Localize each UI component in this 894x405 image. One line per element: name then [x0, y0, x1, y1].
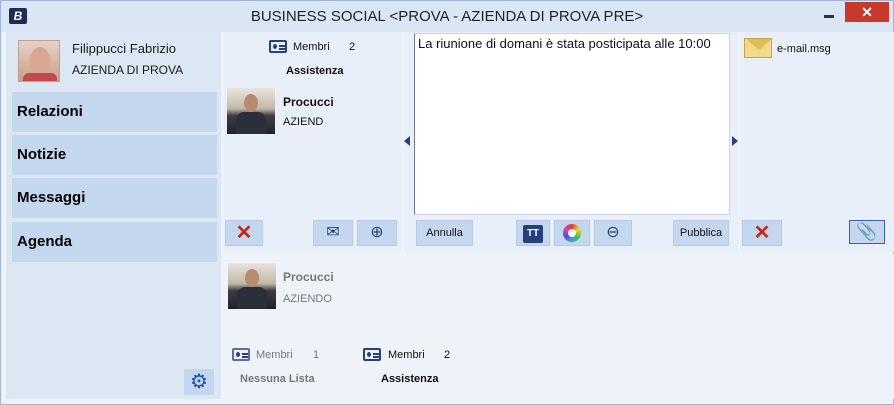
contacts-area: Procucci AZIENDO Membri 1 Nessuna Lista …	[224, 254, 894, 399]
message-composer: La riunione di domani è stata posticipat…	[404, 32, 738, 252]
list-title[interactable]: Assistenza	[381, 373, 438, 385]
user-avatar	[18, 40, 60, 82]
person-company: AZIEND	[283, 116, 324, 128]
open-envelope-icon: ✉	[326, 224, 340, 241]
group-title: Assistenza	[286, 65, 344, 77]
sidebar-item-relazioni[interactable]: Relazioni	[12, 92, 217, 132]
cancel-button[interactable]: Annulla	[416, 220, 473, 246]
text-format-button[interactable]: TT	[516, 220, 550, 246]
minimize-button[interactable]	[819, 6, 839, 22]
user-name: Filippucci Fabrizio	[72, 41, 177, 56]
message-textarea[interactable]: La riunione di domani è stata posticipat…	[414, 33, 730, 215]
collapse-left-arrow-icon[interactable]	[404, 136, 410, 146]
attach-file-button[interactable]: 📎	[849, 220, 885, 244]
gear-icon: ⚙	[190, 371, 208, 393]
list-members-count: 1	[313, 349, 320, 361]
close-x-icon: ✕	[753, 222, 771, 244]
user-company: AZIENDA DI PROVA	[72, 63, 184, 77]
sidebar-item-notizie[interactable]: Notizie	[12, 135, 217, 175]
add-user-icon: ⊕	[370, 224, 384, 241]
member-card-icon	[363, 348, 381, 361]
remove-user-icon: ⊖	[606, 224, 620, 241]
text-format-icon: TT	[523, 225, 543, 243]
publish-button[interactable]: Pubblica	[673, 220, 729, 246]
close-button[interactable]: ✕	[845, 2, 889, 22]
attachment-file-name[interactable]: e-mail.msg	[777, 43, 831, 55]
remove-recipient-button[interactable]: ✕	[225, 220, 263, 246]
list-title[interactable]: Nessuna Lista	[240, 373, 315, 385]
close-x-icon: ✕	[235, 222, 253, 244]
settings-button[interactable]: ⚙	[184, 369, 214, 395]
color-wheel-icon	[563, 224, 581, 242]
person-photo	[227, 88, 275, 134]
member-card-icon	[232, 348, 250, 361]
contact-name: Procucci	[283, 270, 334, 284]
list-members-label: Membri	[256, 349, 293, 361]
open-mail-button[interactable]: ✉	[313, 220, 353, 246]
attachments-panel: e-mail.msg ✕ 📎	[740, 32, 894, 252]
member-card-icon	[269, 40, 287, 53]
add-user-button[interactable]: ⊕	[357, 220, 397, 246]
sidebar-item-agenda[interactable]: Agenda	[12, 222, 217, 262]
contact-photo[interactable]	[228, 263, 276, 309]
app-window: B BUSINESS SOCIAL <PROVA - AZIENDA DI PR…	[0, 0, 894, 405]
remove-user-button[interactable]: ⊖	[594, 220, 632, 246]
list-members-count: 2	[444, 349, 451, 361]
sidebar: Filippucci Fabrizio AZIENDA DI PROVA Rel…	[6, 32, 221, 399]
window-title: BUSINESS SOCIAL <PROVA - AZIENDA DI PROV…	[250, 8, 644, 25]
title-bar: B BUSINESS SOCIAL <PROVA - AZIENDA DI PR…	[1, 1, 893, 32]
remove-attachment-button[interactable]: ✕	[742, 220, 782, 246]
person-name: Procucci	[283, 95, 334, 109]
email-file-icon[interactable]	[744, 38, 772, 58]
members-label: Membri	[293, 41, 330, 53]
members-count: 2	[349, 41, 356, 53]
color-picker-button[interactable]	[554, 220, 590, 246]
collapse-right-arrow-icon[interactable]	[732, 136, 738, 146]
sidebar-item-messaggi[interactable]: Messaggi	[12, 178, 217, 218]
list-members-label: Membri	[388, 349, 425, 361]
paperclip-icon: 📎	[856, 222, 878, 241]
contact-company: AZIENDO	[283, 293, 332, 305]
recipients-panel: Membri 2 Assistenza Procucci AZIEND ✕ ✉ …	[224, 32, 402, 252]
